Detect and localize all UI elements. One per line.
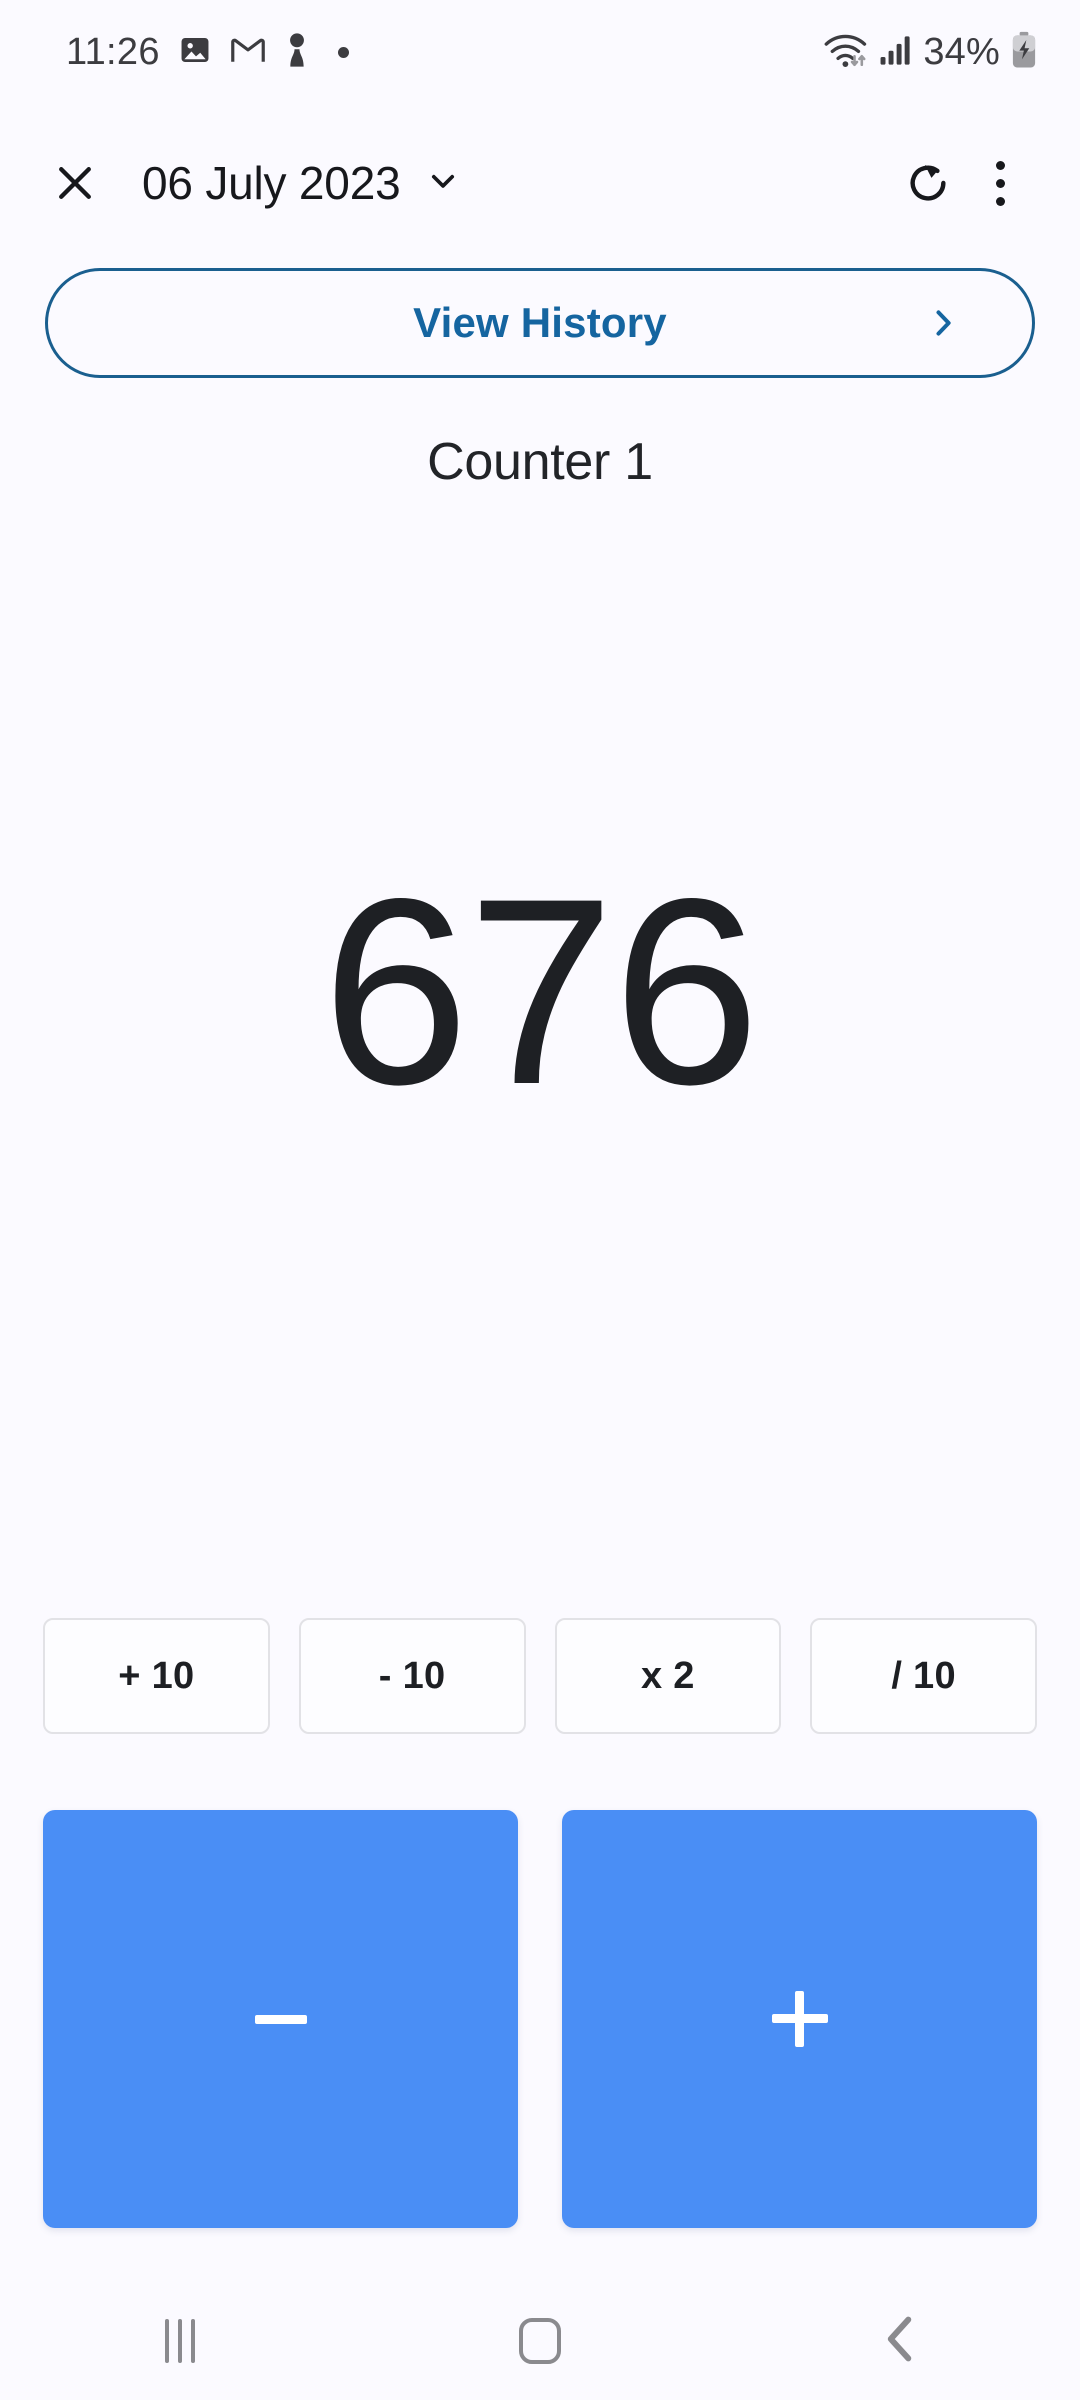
battery-percent-label: 34% xyxy=(923,30,1000,73)
battery-charging-icon xyxy=(1010,31,1038,74)
date-selector[interactable]: 06 July 2023 xyxy=(142,156,460,210)
big-button-row xyxy=(43,1810,1037,2228)
wifi-icon xyxy=(823,31,869,74)
cellular-signal-icon xyxy=(879,33,913,72)
plus-icon xyxy=(771,1991,828,2047)
quick-action-times-two[interactable]: x 2 xyxy=(554,1618,782,1734)
close-button[interactable] xyxy=(44,152,106,214)
quick-action-row: + 10 - 10 x 2 / 10 xyxy=(43,1618,1037,1734)
quick-action-divide-ten[interactable]: / 10 xyxy=(810,1618,1037,1734)
system-navigation-bar xyxy=(0,2282,1080,2400)
nav-back-button[interactable] xyxy=(810,2282,990,2400)
photos-icon xyxy=(178,33,212,72)
chevron-down-icon xyxy=(426,164,460,203)
date-label: 06 July 2023 xyxy=(142,157,401,209)
status-bar-left: 11:26 xyxy=(66,31,349,74)
pawn-icon xyxy=(284,32,310,73)
app-screen: 11:26 34% 06 July 2023 View History Coun… xyxy=(0,0,1080,2400)
back-icon xyxy=(879,2315,921,2368)
overflow-menu-icon xyxy=(995,160,1005,206)
gmail-icon xyxy=(230,33,266,72)
view-history-button[interactable]: View History xyxy=(45,268,1035,378)
reset-button[interactable] xyxy=(892,147,964,219)
recents-icon xyxy=(165,2319,195,2363)
app-bar: 06 July 2023 xyxy=(0,128,1080,238)
view-history-label: View History xyxy=(413,299,667,346)
quick-action-minus-ten[interactable]: - 10 xyxy=(298,1618,526,1734)
status-bar-right: 34% xyxy=(823,31,1038,74)
decrement-button[interactable] xyxy=(43,1810,518,2228)
dot-icon xyxy=(337,46,349,58)
counter-value: 676 xyxy=(321,844,760,1140)
status-bar: 11:26 34% xyxy=(0,0,1080,104)
nav-recents-button[interactable] xyxy=(90,2282,270,2400)
nav-home-button[interactable] xyxy=(450,2282,630,2400)
status-bar-clock: 11:26 xyxy=(66,30,160,73)
increment-button[interactable] xyxy=(562,1810,1037,2228)
overflow-menu-button[interactable] xyxy=(964,147,1036,219)
counter-name-label: Counter 1 xyxy=(427,433,653,491)
quick-action-plus-ten[interactable]: + 10 xyxy=(43,1618,270,1734)
minus-icon xyxy=(254,2014,307,2024)
home-icon xyxy=(519,2318,561,2364)
chevron-right-icon xyxy=(926,306,960,340)
